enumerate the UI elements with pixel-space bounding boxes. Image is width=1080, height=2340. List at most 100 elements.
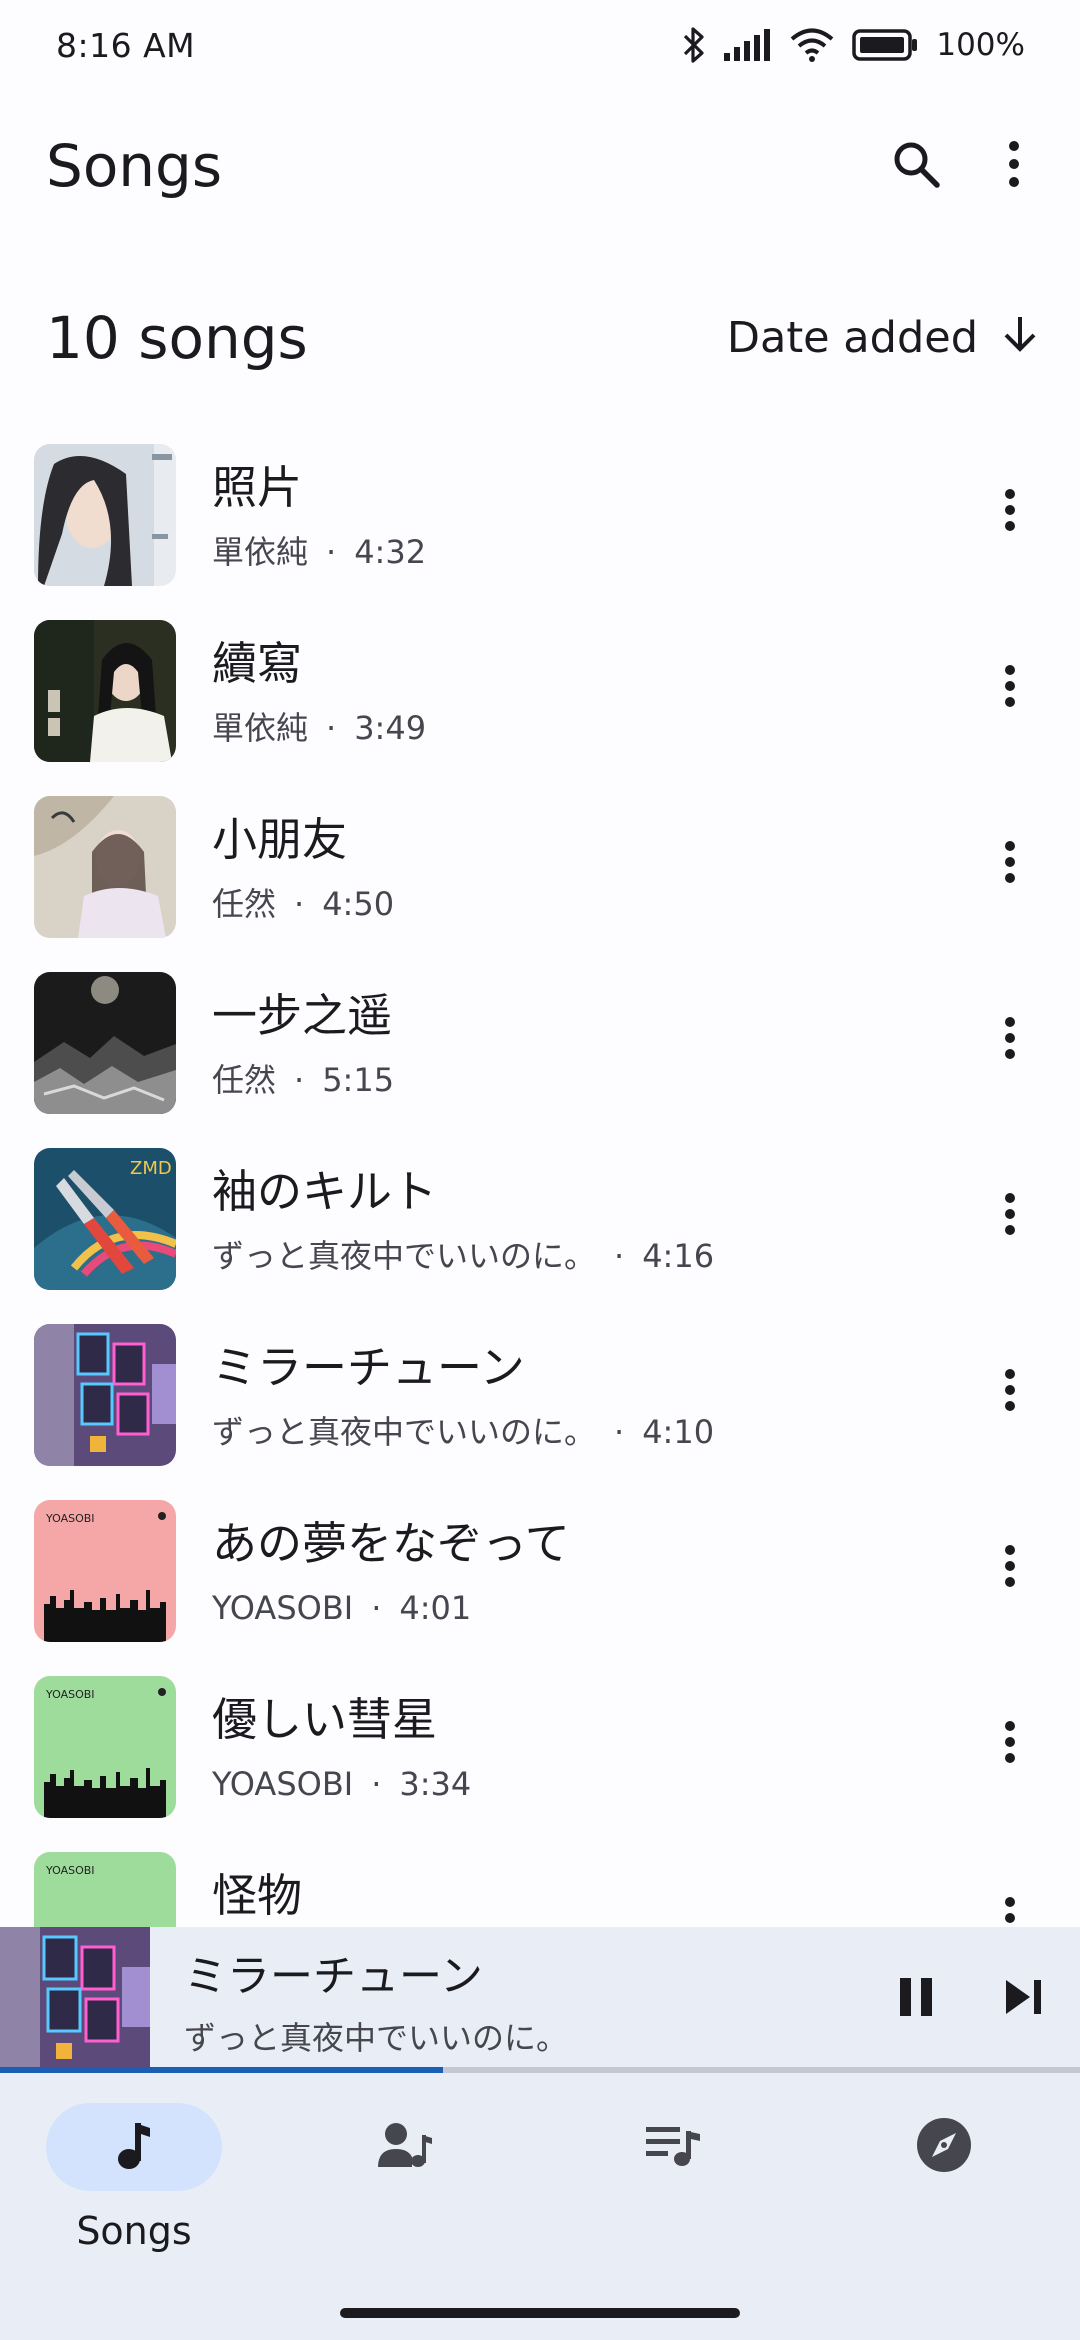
song-duration: 5:15 — [322, 1061, 395, 1099]
more-vert-icon — [1007, 139, 1021, 193]
song-list: 照片 單依純 · 4:32 續寫 單依純 · 3:49 小朋友 任然 · 4:5… — [0, 440, 1080, 1928]
album-art — [34, 796, 176, 938]
song-artist: ずっと真夜中でいいのに。 — [212, 1237, 597, 1275]
nav-item-explore[interactable] — [856, 2103, 1032, 2253]
arrow-down-icon — [1000, 313, 1040, 364]
nav-item-songs[interactable]: Songs — [46, 2103, 222, 2253]
nav-item-playlists[interactable] — [586, 2103, 762, 2253]
meta-separator: · — [371, 1765, 382, 1803]
song-artist: ずっと真夜中でいいのに。 — [212, 1413, 597, 1451]
explore-icon — [916, 2117, 972, 2177]
song-more-button[interactable] — [974, 652, 1046, 724]
song-row[interactable]: YOASOBI あの夢をなぞって YOASOBI · 4:01 — [0, 1496, 1080, 1672]
battery-icon — [852, 29, 918, 61]
song-meta: 單依純 · 4:32 — [212, 528, 426, 576]
overflow-menu-button[interactable] — [978, 130, 1050, 202]
more-vert-icon — [1004, 1720, 1016, 1768]
page-title: Songs — [46, 132, 223, 200]
status-time: 8:16 AM — [56, 25, 196, 65]
more-vert-icon — [1004, 1368, 1016, 1416]
music-note-icon — [116, 2120, 152, 2174]
album-art: ZMD — [34, 1148, 176, 1290]
playlist-icon — [646, 2123, 702, 2171]
more-vert-icon — [1004, 488, 1016, 536]
song-title: 小朋友 — [212, 813, 348, 866]
song-text: ミラーチューン ずっと真夜中でいいのに。 · 4:10 — [212, 1338, 714, 1456]
song-more-button[interactable] — [974, 828, 1046, 900]
svg-text:YOASOBI: YOASOBI — [45, 1512, 95, 1525]
artist-icon — [378, 2121, 434, 2173]
search-button[interactable] — [880, 130, 952, 202]
song-title: ミラーチューン — [212, 1341, 525, 1394]
meta-separator: · — [614, 1413, 625, 1451]
bottom-navigation: Songs — [0, 2073, 1080, 2340]
song-title: 續寫 — [212, 637, 303, 690]
song-text: 小朋友 任然 · 4:50 — [212, 810, 394, 928]
nav-indicator — [856, 2103, 1032, 2191]
song-more-button[interactable] — [974, 1708, 1046, 1780]
song-more-button[interactable] — [974, 1884, 1046, 1928]
song-row[interactable]: YOASOBI 怪物 — [0, 1848, 1080, 1928]
song-duration: 3:49 — [354, 709, 427, 747]
song-row[interactable]: YOASOBI 優しい彗星 YOASOBI · 3:34 — [0, 1672, 1080, 1848]
song-text: 怪物 — [212, 1866, 302, 1926]
album-art — [34, 444, 176, 586]
svg-text:YOASOBI: YOASOBI — [45, 1864, 95, 1877]
album-art: YOASOBI — [34, 1852, 176, 1928]
more-vert-icon — [1004, 1544, 1016, 1592]
song-title: 怪物 — [212, 1869, 303, 1922]
song-count: 10 songs — [46, 304, 308, 372]
album-art — [34, 1324, 176, 1466]
pause-icon — [896, 1976, 936, 2022]
bluetooth-icon — [682, 26, 706, 64]
svg-text:YOASOBI: YOASOBI — [45, 1688, 95, 1701]
mini-player-text: ミラーチューン ずっと真夜中でいいのに。 — [184, 1949, 568, 2061]
wifi-icon — [790, 28, 834, 62]
song-row[interactable]: 照片 單依純 · 4:32 — [0, 440, 1080, 616]
song-title: 照片 — [212, 461, 303, 514]
song-meta: 單依純 · 3:49 — [212, 704, 426, 752]
song-row[interactable]: ZMD 袖のキルト ずっと真夜中でいいのに。 · 4:16 — [0, 1144, 1080, 1320]
song-more-button[interactable] — [974, 1532, 1046, 1604]
home-indicator[interactable] — [340, 2308, 740, 2318]
app-bar-actions — [880, 130, 1050, 202]
song-duration: 4:01 — [399, 1589, 472, 1627]
song-duration: 4:32 — [354, 533, 427, 571]
song-row[interactable]: 小朋友 任然 · 4:50 — [0, 792, 1080, 968]
album-art: YOASOBI — [34, 1676, 176, 1818]
song-title: 優しい彗星 — [212, 1693, 438, 1746]
song-artist: YOASOBI — [212, 1589, 354, 1627]
more-vert-icon — [1004, 664, 1016, 712]
meta-separator: · — [371, 1589, 382, 1627]
song-text: 一步之遥 任然 · 5:15 — [212, 986, 394, 1104]
meta-separator: · — [326, 709, 337, 747]
skip-next-button[interactable] — [988, 1963, 1060, 2035]
song-duration: 4:16 — [642, 1237, 715, 1275]
song-artist: 任然 — [212, 885, 277, 923]
mini-player-controls — [880, 1963, 1060, 2035]
top-app-bar: Songs — [0, 110, 1080, 222]
song-duration: 4:50 — [322, 885, 395, 923]
meta-separator: · — [326, 533, 337, 571]
pause-button[interactable] — [880, 1963, 952, 2035]
song-more-button[interactable] — [974, 1356, 1046, 1428]
more-vert-icon — [1004, 1016, 1016, 1064]
song-row[interactable]: 一步之遥 任然 · 5:15 — [0, 968, 1080, 1144]
song-row[interactable]: 續寫 單依純 · 3:49 — [0, 616, 1080, 792]
song-title: 一步之遥 — [212, 989, 393, 1042]
nav-item-artists[interactable] — [318, 2103, 494, 2253]
song-duration: 4:10 — [642, 1413, 715, 1451]
song-text: 續寫 單依純 · 3:49 — [212, 634, 426, 752]
song-text: 照片 單依純 · 4:32 — [212, 458, 426, 576]
song-duration: 3:34 — [399, 1765, 472, 1803]
status-bar: 8:16 AM 100% — [0, 0, 1080, 90]
song-more-button[interactable] — [974, 1004, 1046, 1076]
song-meta: YOASOBI · 4:01 — [212, 1584, 570, 1632]
status-icons: 100% — [682, 26, 1025, 64]
sort-button[interactable]: Date added — [727, 313, 1040, 364]
song-more-button[interactable] — [974, 476, 1046, 548]
mini-player[interactable]: ミラーチューン ずっと真夜中でいいのに。 — [0, 1927, 1080, 2073]
song-text: あの夢をなぞって YOASOBI · 4:01 — [212, 1514, 570, 1632]
song-more-button[interactable] — [974, 1180, 1046, 1252]
song-row[interactable]: ミラーチューン ずっと真夜中でいいのに。 · 4:10 — [0, 1320, 1080, 1496]
